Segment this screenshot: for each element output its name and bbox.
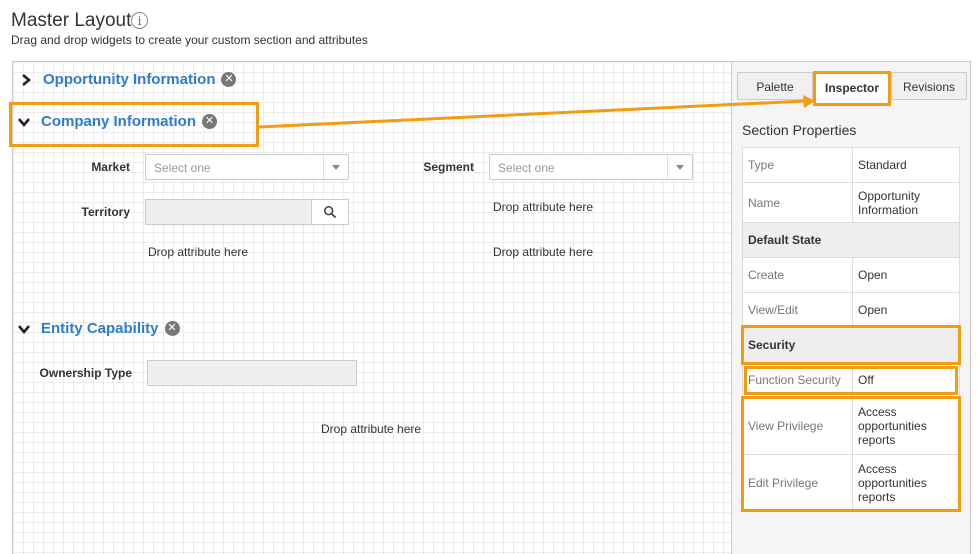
arrow-head-icon <box>803 95 815 108</box>
annotation-arrow <box>258 95 815 129</box>
